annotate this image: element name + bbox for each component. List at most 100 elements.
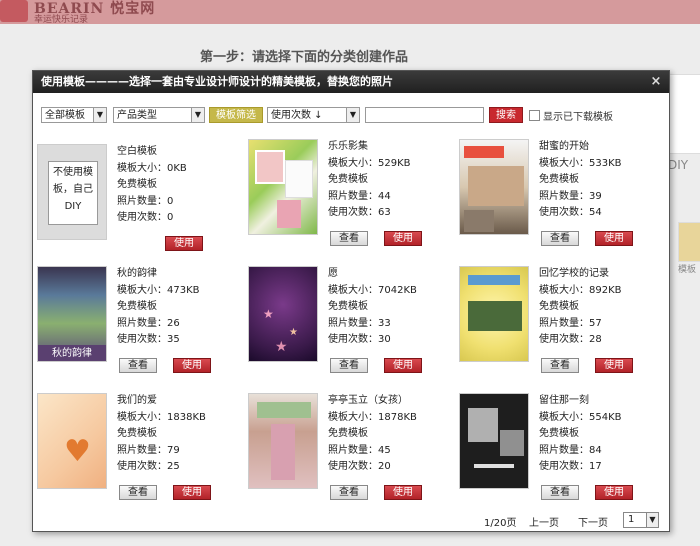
star-icon: ★ [289,327,298,338]
use-button[interactable]: 使用 [384,231,422,246]
use-count: 使用次数：17 [539,461,602,472]
use-count: 使用次数：63 [328,207,391,218]
template-card: 甜蜜的开始 模板大小：533KB 免费模板 照片数量：39 使用次数：54 查看… [459,139,664,257]
template-name: 我们的爱 [117,395,157,406]
star-icon: ★ [263,307,274,321]
all-templates-select[interactable]: 全部模板 ▼ [41,107,107,123]
template-type: 免费模板 [117,428,157,439]
template-type: 免费模板 [117,301,157,312]
product-type-label: 产品类型 [117,110,157,121]
view-button[interactable]: 查看 [119,358,157,373]
template-info: 甜蜜的开始 模板大小：533KB 免费模板 照片数量：39 使用次数：54 [539,139,664,222]
sort-select[interactable]: 使用次数 ↓ ▼ [267,107,360,123]
photo-count: 照片数量：33 [328,317,391,329]
use-count: 使用次数：30 [328,334,391,345]
template-info: 亭亭玉立（女孩） 模板大小：1878KB 免费模板 照片数量：45 使用次数：2… [328,393,453,476]
template-info: 空白模板 模板大小：0KB 免费模板 照片数量：0 使用次数：0 [117,144,242,227]
template-thumbnail[interactable]: 不使用模板，自己DIY [37,144,107,240]
template-size: 模板大小：7042KB [328,284,417,296]
dialog-title: 使用模板————选择一套由专业设计师设计的精美模板，替换您的照片 [41,75,393,88]
use-button[interactable]: 使用 [595,485,633,500]
view-button[interactable]: 查看 [330,485,368,500]
prev-page-link[interactable]: 上一页 [529,514,559,529]
photo-count: 照片数量：26 [117,317,180,329]
use-count: 使用次数：54 [539,207,602,218]
template-name: 甜蜜的开始 [539,141,589,152]
product-type-select[interactable]: 产品类型 ▼ [113,107,205,123]
template-info: 我们的爱 模板大小：1838KB 免费模板 照片数量：79 使用次数：25 [117,393,242,476]
filter-button[interactable]: 模板筛选 [209,107,263,123]
use-button[interactable]: 使用 [384,485,422,500]
template-thumbnail[interactable]: ♥ [37,393,107,489]
template-thumbnail[interactable]: 秋的韵律 [37,266,107,362]
photo-frame [468,301,522,331]
template-info: 回忆学校的记录 模板大小：892KB 免费模板 照片数量：57 使用次数：28 [539,266,664,349]
template-card: ♥ 我们的爱 模板大小：1838KB 免费模板 照片数量：79 使用次数：25 … [37,393,242,511]
template-card: 秋的韵律 秋的韵律 模板大小：473KB 免费模板 照片数量：26 使用次数：3… [37,266,242,384]
dialog-title-bar: 使用模板————选择一套由专业设计师设计的精美模板，替换您的照片 × [33,71,669,93]
view-button[interactable]: 查看 [330,231,368,246]
template-thumbnail[interactable] [248,139,318,235]
template-size: 模板大小：892KB [539,284,622,296]
use-button[interactable]: 使用 [173,485,211,500]
view-button[interactable]: 查看 [541,485,579,500]
close-icon[interactable]: × [649,75,663,89]
use-button[interactable]: 使用 [384,358,422,373]
template-size: 模板大小：529KB [328,157,411,169]
use-button[interactable]: 使用 [173,358,211,373]
template-name: 回忆学校的记录 [539,268,609,279]
page-select[interactable]: 1 ▼ [623,512,659,528]
template-size: 模板大小：473KB [117,284,200,296]
view-button[interactable]: 查看 [541,231,579,246]
search-input[interactable] [365,107,484,123]
chevron-down-icon: ▼ [646,513,658,527]
photo-frame [285,160,313,198]
use-count: 使用次数：28 [539,334,602,345]
star-icon: ★ [275,339,288,355]
view-button[interactable]: 查看 [541,358,579,373]
template-info: 乐乐影集 模板大小：529KB 免费模板 照片数量：44 使用次数：63 [328,139,453,222]
thumbnail-banner [257,402,311,418]
template-type: 免费模板 [328,428,368,439]
template-thumbnail[interactable] [459,266,529,362]
use-count: 使用次数：0 [117,212,174,223]
pagination: 1/20页 上一页 下一页 1 ▼ [33,512,669,529]
template-thumbnail[interactable] [459,139,529,235]
template-type: 免费模板 [539,428,579,439]
template-type: 免费模板 [328,174,368,185]
template-card: 亭亭玉立（女孩） 模板大小：1878KB 免费模板 照片数量：45 使用次数：2… [248,393,453,511]
use-count: 使用次数：25 [117,461,180,472]
use-template-dialog: 使用模板————选择一套由专业设计师设计的精美模板，替换您的照片 × 全部模板 … [32,70,670,532]
template-card: 不使用模板，自己DIY 空白模板 模板大小：0KB 免费模板 照片数量：0 使用… [37,144,242,262]
use-button[interactable]: 使用 [595,231,633,246]
show-downloaded-checkbox[interactable] [529,110,540,121]
search-button[interactable]: 搜索 [489,107,523,123]
site-header: BEARIN 悦宝网 幸运快乐记录 [0,0,700,25]
photo-count: 照片数量：84 [539,444,602,456]
photo-count: 照片数量：44 [328,190,391,202]
use-count: 使用次数：35 [117,334,180,345]
template-card: 留住那一刻 模板大小：554KB 免费模板 照片数量：84 使用次数：17 查看… [459,393,664,511]
blank-template-text: 不使用模板，自己DIY [48,161,98,225]
template-thumbnail[interactable] [248,393,318,489]
template-size: 模板大小：554KB [539,411,622,423]
photo-frame [255,150,285,184]
filter-toolbar: 全部模板 ▼ 产品类型 ▼ 模板筛选 使用次数 ↓ ▼ 搜索 显示已下载模板 [41,107,661,127]
view-button[interactable]: 查看 [330,358,368,373]
use-button[interactable]: 使用 [165,236,203,251]
use-button[interactable]: 使用 [595,358,633,373]
photo-count: 照片数量：39 [539,190,602,202]
photo-frame [271,424,295,480]
template-info: 愿 模板大小：7042KB 免费模板 照片数量：33 使用次数：30 [328,266,453,349]
step-title: 第一步：请选择下面的分类创建作品 [200,50,409,65]
template-name: 乐乐影集 [328,141,368,152]
template-name: 秋的韵律 [117,268,157,279]
template-type: 免费模板 [117,179,157,190]
background-thumbnail [678,222,700,262]
template-type: 免费模板 [328,301,368,312]
next-page-link[interactable]: 下一页 [578,514,608,529]
template-size: 模板大小：533KB [539,157,622,169]
view-button[interactable]: 查看 [119,485,157,500]
template-thumbnail[interactable] [459,393,529,489]
template-thumbnail[interactable]: ★ ★ ★ [248,266,318,362]
